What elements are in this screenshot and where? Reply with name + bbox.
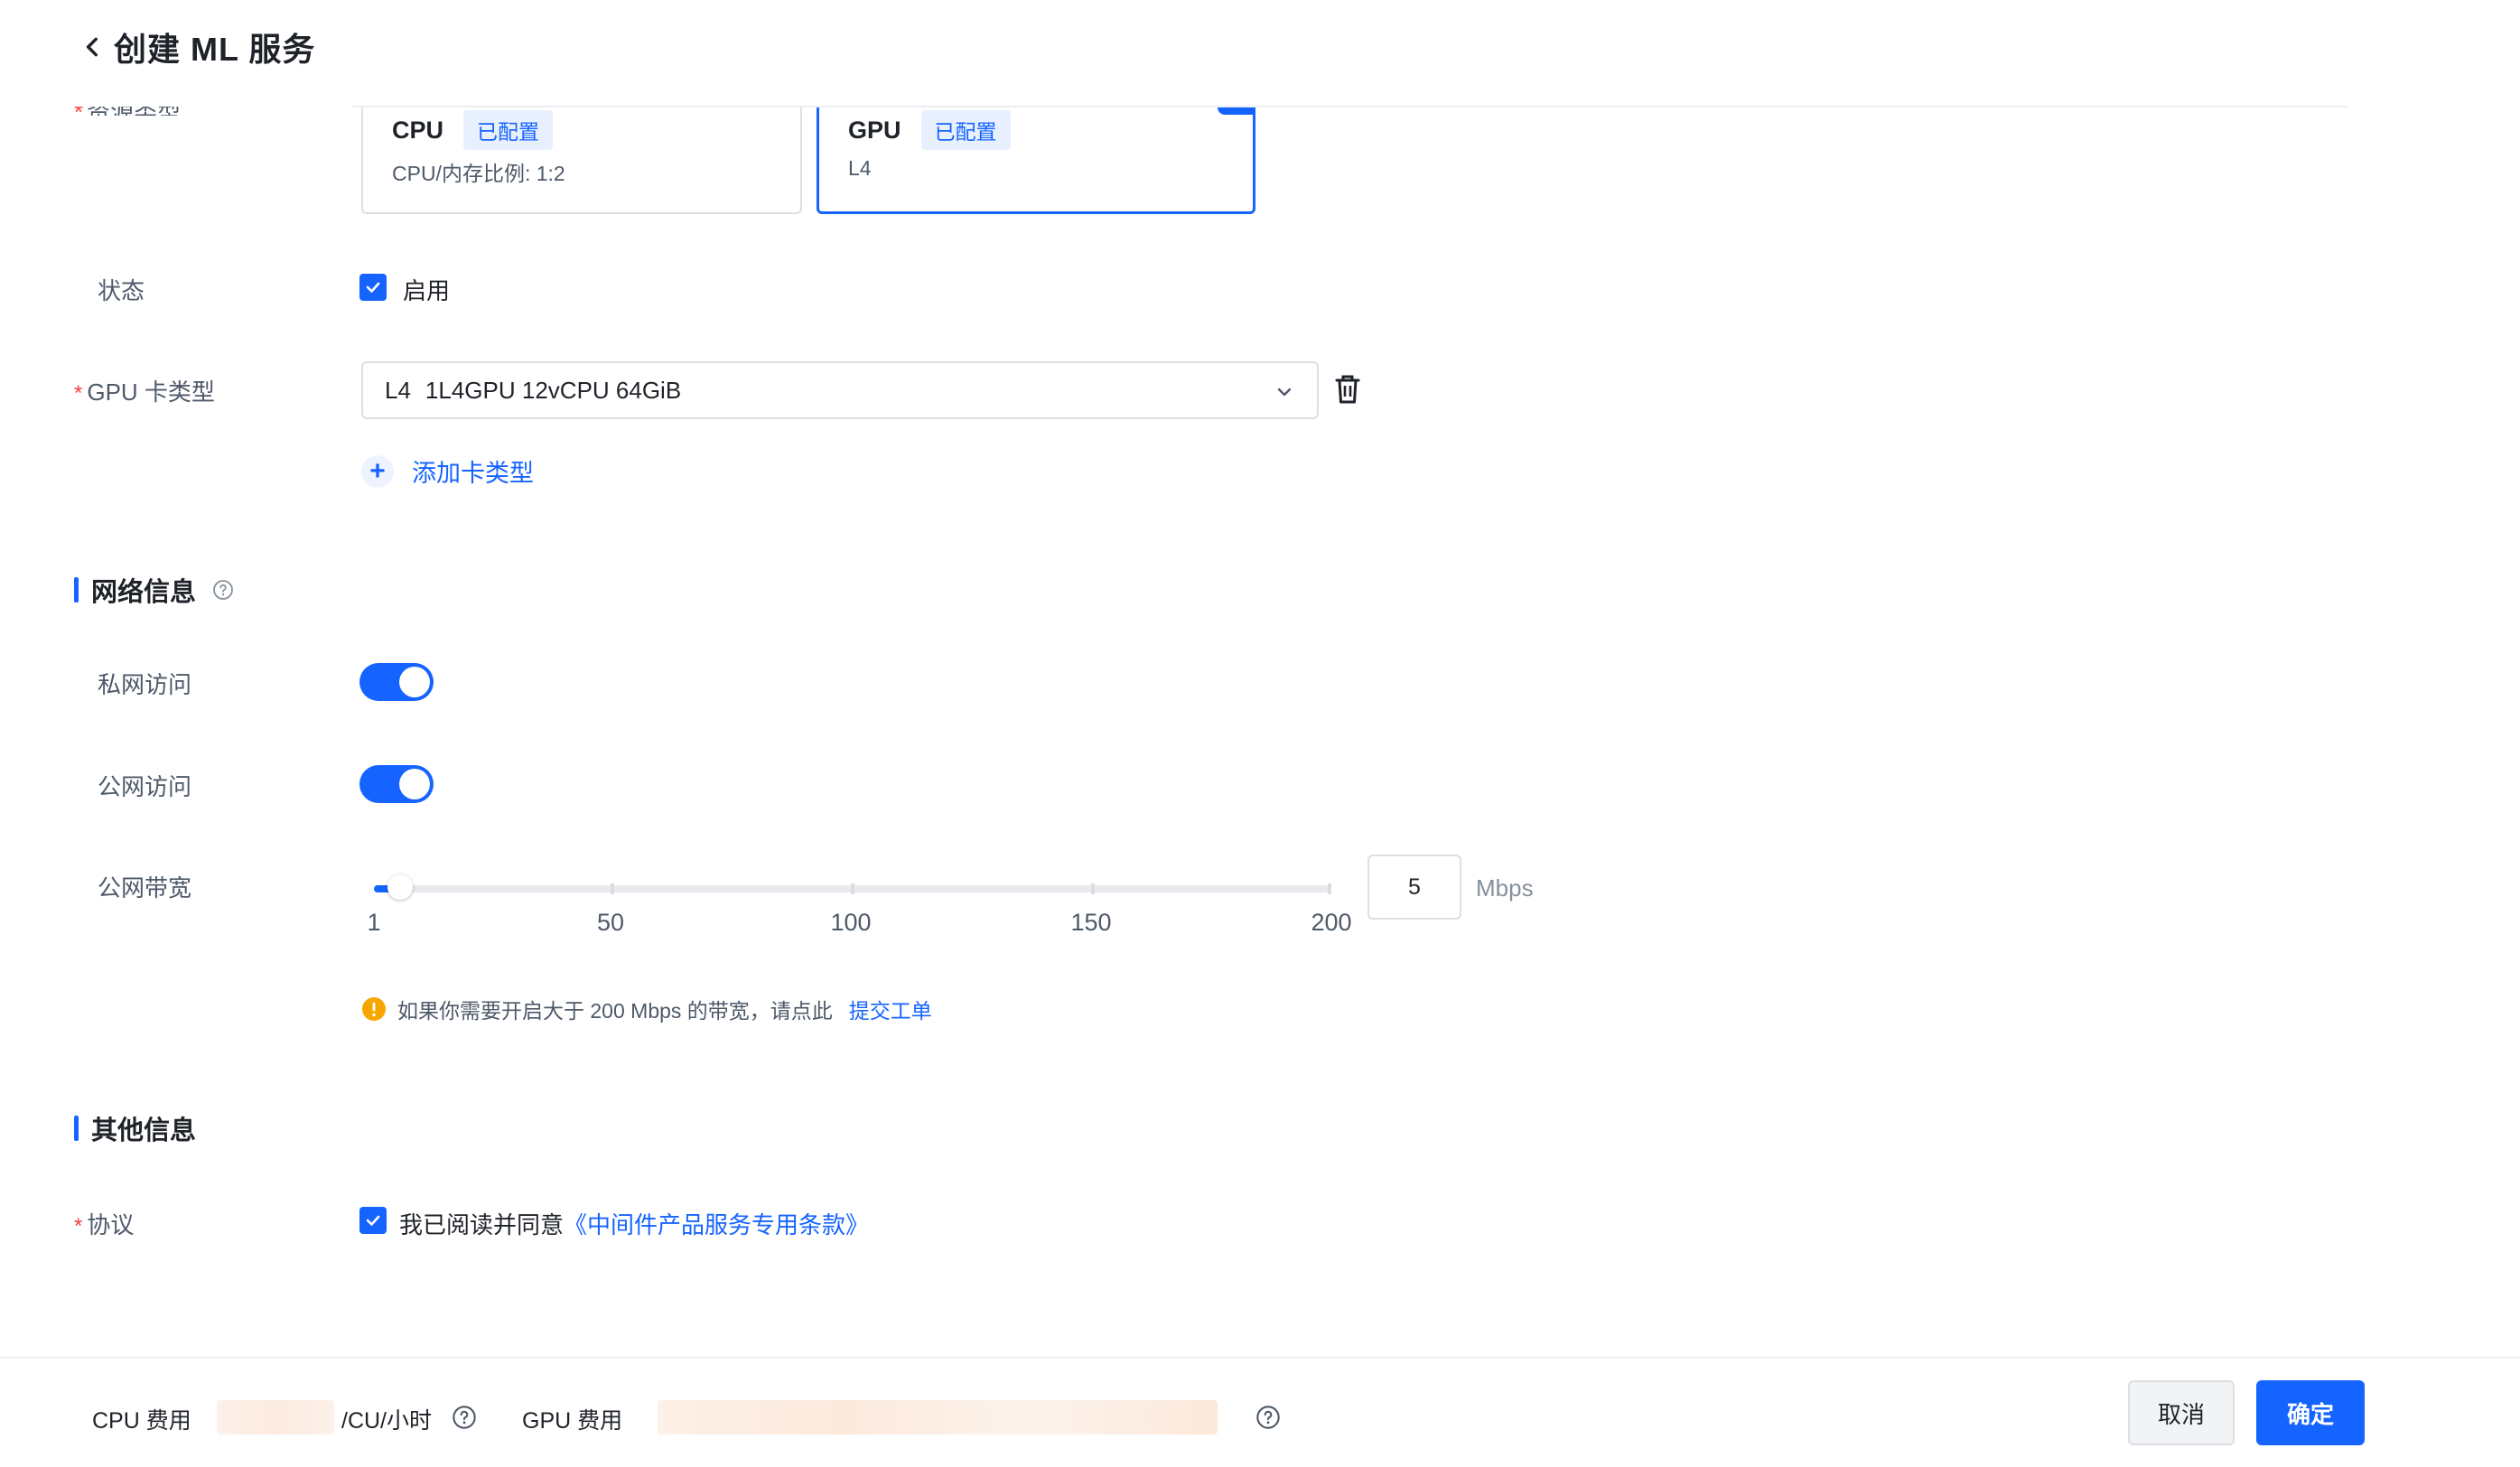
configured-tag: 已配置 — [920, 110, 1011, 150]
status-label: 状态 — [98, 277, 145, 304]
slider-tick-label: 50 — [596, 909, 625, 936]
chevron-left-icon — [86, 37, 98, 57]
warning-icon — [362, 997, 386, 1021]
private-access-label: 私网访问 — [98, 671, 192, 698]
resource-card-cpu[interactable]: CPU 已配置 CPU/内存比例: 1:2 — [361, 107, 802, 214]
private-access-toggle[interactable] — [359, 663, 434, 701]
gpu-type-code: L4 — [385, 376, 411, 404]
other-section-title: 其他信息 — [74, 1109, 196, 1147]
add-card-type-button[interactable]: + 添加卡类型 — [361, 453, 534, 489]
bandwidth-warning: 如果你需要开启大于 200 Mbps 的带宽，请点此 提交工单 — [361, 994, 932, 1024]
status-enable-text: 启用 — [403, 277, 451, 304]
help-icon[interactable] — [212, 579, 234, 601]
bandwidth-input[interactable]: 5 — [1367, 855, 1461, 920]
agreement-checkbox[interactable] — [359, 1207, 387, 1234]
card-name: CPU — [392, 116, 444, 144]
resource-card-gpu[interactable]: GPU 已配置 L4 — [817, 107, 1255, 214]
gpu-type-label: * GPU 卡类型 — [74, 378, 215, 406]
submit-ticket-link[interactable]: 提交工单 — [849, 994, 932, 1024]
back-button[interactable]: 创建 ML 服务 — [81, 22, 315, 72]
slider-tick-mark — [1328, 883, 1331, 894]
check-icon — [366, 282, 380, 293]
card-detail: L4 — [848, 156, 872, 180]
slider-tick-label: 100 — [830, 909, 872, 936]
chevron-down-icon — [1277, 388, 1292, 397]
section-accent-bar — [74, 577, 79, 603]
help-icon[interactable] — [452, 1405, 477, 1430]
confirm-button[interactable]: 确定 — [2256, 1380, 2365, 1445]
page-title: 创建 ML 服务 — [114, 31, 316, 68]
bandwidth-unit: Mbps — [1476, 874, 1534, 902]
terms-link[interactable]: 《中间件产品服务专用条款》 — [564, 1211, 869, 1238]
public-access-label: 公网访问 — [98, 773, 192, 800]
header-divider — [352, 106, 2348, 107]
trash-icon[interactable] — [1333, 374, 1362, 405]
slider-tick-mark — [851, 883, 854, 894]
plus-icon: + — [361, 454, 394, 488]
bandwidth-label: 公网带宽 — [98, 874, 192, 902]
toggle-knob — [399, 667, 430, 697]
check-icon — [366, 1215, 380, 1226]
gpu-fee-label: GPU 费用 — [522, 1408, 623, 1434]
slider-tick-mark — [1091, 883, 1095, 894]
slider-tick-label: 200 — [1311, 909, 1352, 936]
gpu-type-select[interactable]: L4 1L4GPU 12vCPU 64GiB — [361, 361, 1319, 419]
cpu-fee-label: CPU 费用 — [92, 1408, 191, 1434]
network-section-title: 网络信息 — [74, 571, 234, 609]
add-card-type-label: 添加卡类型 — [412, 460, 534, 487]
help-icon[interactable] — [1255, 1405, 1281, 1430]
page-header: 创建 ML 服务 — [0, 0, 2520, 107]
cpu-fee-unit: /CU/小时 — [341, 1408, 433, 1434]
status-enable-checkbox[interactable] — [359, 274, 387, 301]
section-accent-bar — [74, 1116, 79, 1141]
agreement-label: * 协议 — [74, 1211, 135, 1238]
agreement-text: 我已阅读并同意《中间件产品服务专用条款》 — [399, 1211, 870, 1238]
cancel-button[interactable]: 取消 — [2128, 1380, 2235, 1445]
card-detail: CPU/内存比例: 1:2 — [392, 162, 565, 185]
gpu-type-spec: 1L4GPU 12vCPU 64GiB — [425, 376, 682, 404]
slider-tick-label: 150 — [1070, 909, 1112, 936]
redacted-gpu-fee — [658, 1400, 1218, 1434]
card-name: GPU — [848, 116, 901, 144]
configured-tag: 已配置 — [463, 110, 554, 150]
selected-corner-mark — [1218, 107, 1255, 115]
slider-handle[interactable] — [387, 874, 414, 900]
toggle-knob — [399, 769, 430, 799]
redacted-cpu-fee — [217, 1400, 334, 1434]
slider-tick-mark — [611, 883, 614, 894]
slider-tick-label: 1 — [367, 909, 381, 936]
public-access-toggle[interactable] — [359, 765, 434, 803]
